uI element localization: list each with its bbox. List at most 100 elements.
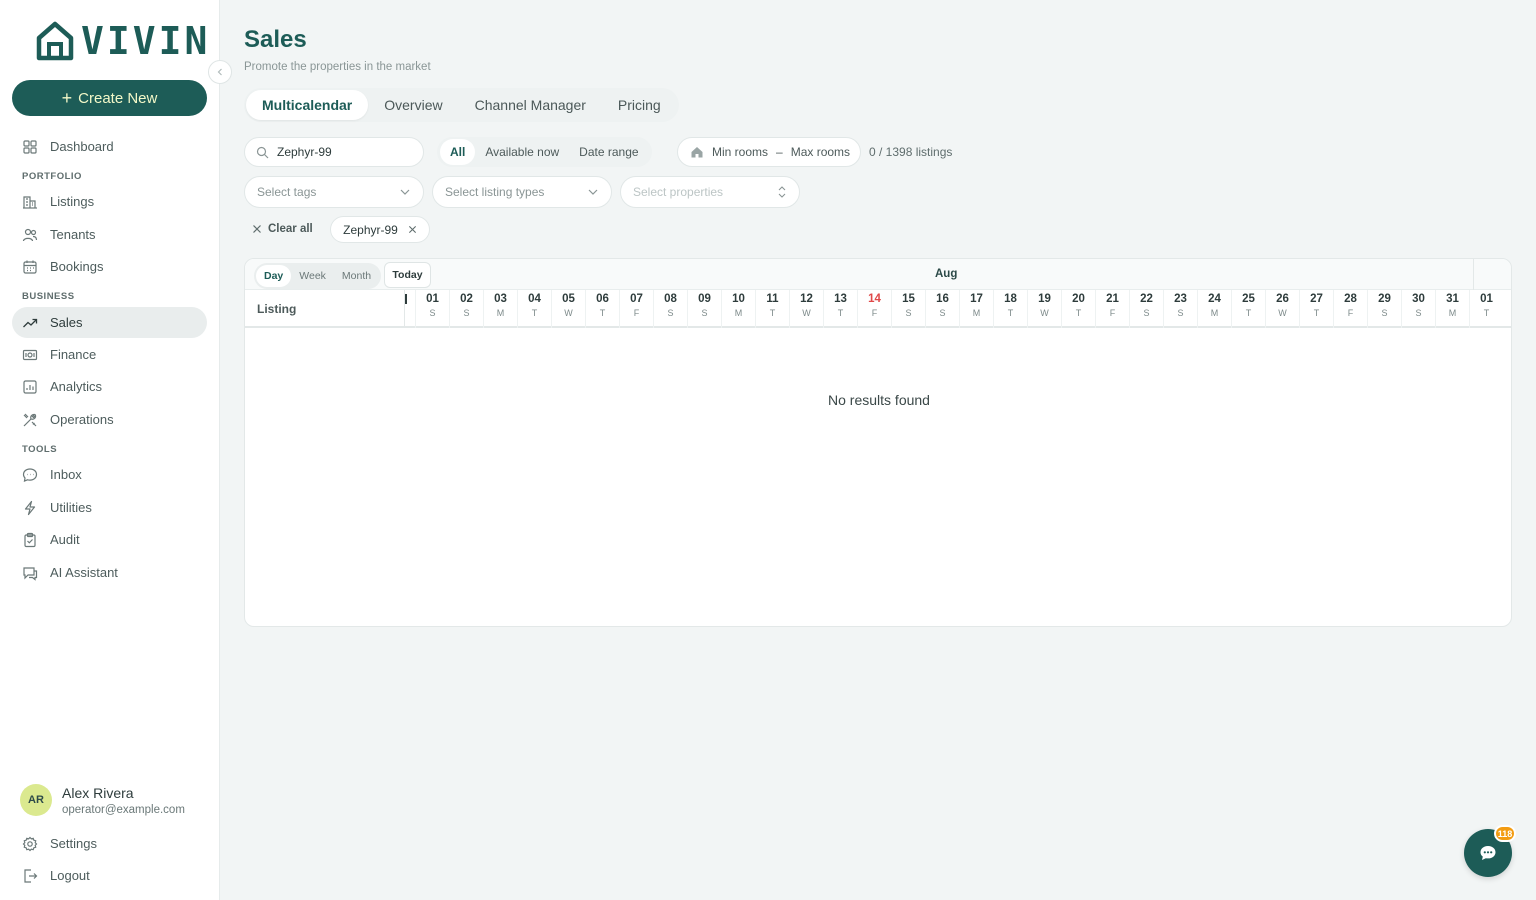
weekday-letter: T bbox=[769, 308, 776, 318]
sidebar-item-ai-assistant[interactable]: AI Assistant bbox=[12, 557, 207, 588]
select-tags-placeholder: Select tags bbox=[257, 185, 317, 199]
sidebar-item-utilities[interactable]: Utilities bbox=[12, 492, 207, 523]
availability-filter: All Available now Date range bbox=[437, 137, 652, 167]
calendar-day-column: 02 S bbox=[449, 290, 483, 328]
weekday-letter: F bbox=[1109, 308, 1116, 318]
search-field[interactable] bbox=[244, 137, 424, 167]
day-number: 20 bbox=[1072, 293, 1085, 305]
chevron-down-icon bbox=[588, 189, 598, 195]
weekday-letter: S bbox=[667, 308, 674, 318]
sidebar-item-label: Utilities bbox=[50, 500, 92, 515]
sidebar-item-operations[interactable]: Operations bbox=[12, 404, 207, 435]
filter-chip-label: Zephyr-99 bbox=[343, 222, 398, 237]
tab-pricing[interactable]: Pricing bbox=[602, 90, 677, 120]
sidebar-item-dashboard[interactable]: Dashboard bbox=[12, 131, 207, 162]
sidebar-item-label: Bookings bbox=[50, 259, 104, 274]
tab-channel-manager[interactable]: Channel Manager bbox=[459, 90, 602, 120]
filter-date-range[interactable]: Date range bbox=[569, 139, 648, 165]
day-number: 09 bbox=[698, 293, 711, 305]
day-number: 30 bbox=[1412, 293, 1425, 305]
clear-all-button[interactable]: Clear all bbox=[252, 221, 313, 237]
calendar-day-column: 19 W bbox=[1027, 290, 1061, 328]
day-number: 29 bbox=[1378, 293, 1391, 305]
select-properties-placeholder: Select properties bbox=[633, 185, 724, 199]
weekday-letter: S bbox=[701, 308, 708, 318]
filter-chip[interactable]: Zephyr-99 bbox=[330, 216, 430, 243]
view-week[interactable]: Week bbox=[291, 265, 334, 287]
weekday-letter: M bbox=[734, 308, 743, 318]
close-icon bbox=[253, 225, 261, 233]
filter-all[interactable]: All bbox=[440, 139, 476, 165]
filter-available-now[interactable]: Available now bbox=[475, 139, 569, 165]
view-day[interactable]: Day bbox=[256, 265, 292, 287]
day-number: 01 bbox=[426, 293, 439, 305]
main-tabs: Multicalendar Overview Channel Manager P… bbox=[244, 88, 679, 122]
sidebar-item-bookings[interactable]: Bookings bbox=[12, 251, 207, 282]
weekday-letter: S bbox=[463, 308, 470, 318]
day-number: 10 bbox=[732, 293, 745, 305]
calendar-day-column: 30 S bbox=[1401, 290, 1435, 328]
weekday-letter: S bbox=[1381, 308, 1388, 318]
create-new-button[interactable]: + Create New bbox=[12, 80, 207, 116]
sidebar-item-label: Listings bbox=[50, 194, 95, 209]
rooms-separator: – bbox=[776, 145, 783, 159]
sidebar-item-audit[interactable]: Audit bbox=[12, 524, 207, 555]
today-button[interactable]: Today bbox=[384, 262, 431, 288]
section-label-tools: TOOLS bbox=[22, 444, 58, 455]
sidebar-item-sales[interactable]: Sales bbox=[12, 307, 207, 338]
sidebar-item-label: Operations bbox=[50, 412, 114, 427]
day-number: 02 bbox=[460, 293, 473, 305]
sidebar-item-tenants[interactable]: Tenants bbox=[12, 219, 207, 250]
day-number: 12 bbox=[800, 293, 813, 305]
sidebar-item-finance[interactable]: Finance bbox=[12, 339, 207, 370]
day-number: 17 bbox=[970, 293, 983, 305]
day-number: 05 bbox=[562, 293, 575, 305]
weekday-letter: S bbox=[939, 308, 946, 318]
user-name: Alex Rivera bbox=[62, 784, 134, 801]
settings-link[interactable]: Settings bbox=[12, 828, 207, 859]
sidebar-item-analytics[interactable]: Analytics bbox=[12, 371, 207, 402]
weekday-letter: T bbox=[837, 308, 844, 318]
select-tags-dropdown[interactable]: Select tags bbox=[244, 176, 424, 208]
listing-column-header: Listing bbox=[245, 290, 405, 328]
calendar-day-column: 22 S bbox=[1129, 290, 1163, 328]
day-number: 08 bbox=[664, 293, 677, 305]
calendar-day-column: 28 F bbox=[1333, 290, 1367, 328]
sidebar-item-label: Audit bbox=[50, 532, 80, 547]
calendar-day-column: 08 S bbox=[653, 290, 687, 328]
calendar-day-column: 05 W bbox=[551, 290, 585, 328]
user-profile[interactable]: AR Alex Rivera operator@example.com bbox=[20, 784, 185, 816]
search-input[interactable] bbox=[277, 145, 407, 159]
select-properties-dropdown[interactable]: Select properties bbox=[620, 176, 800, 208]
calendar-day-column: 26 W bbox=[1265, 290, 1299, 328]
sidebar-collapse-button[interactable] bbox=[208, 60, 232, 84]
calendar-day-column: 13 T bbox=[823, 290, 857, 328]
chat-unread-badge: 118 bbox=[1494, 825, 1516, 842]
logout-link[interactable]: Logout bbox=[12, 860, 207, 891]
day-number: 14 bbox=[868, 293, 881, 305]
chat-bubble-icon bbox=[22, 467, 38, 482]
calendar-toolbar: Day Week Month Today Aug bbox=[245, 259, 1511, 290]
day-number: 06 bbox=[596, 293, 609, 305]
sidebar-item-listings[interactable]: Listings bbox=[12, 186, 207, 217]
trend-up-icon bbox=[23, 318, 38, 327]
calendar-day-column: 20 T bbox=[1061, 290, 1095, 328]
day-number: 19 bbox=[1038, 293, 1051, 305]
day-number: 26 bbox=[1276, 293, 1289, 305]
select-types-placeholder: Select listing types bbox=[445, 185, 545, 199]
chevron-down-icon bbox=[400, 189, 410, 195]
rooms-filter[interactable]: Min rooms – Max rooms bbox=[677, 137, 861, 167]
remove-chip-icon[interactable] bbox=[408, 225, 417, 234]
weekday-letter: T bbox=[1245, 308, 1252, 318]
select-listing-types-dropdown[interactable]: Select listing types bbox=[432, 176, 612, 208]
tab-overview[interactable]: Overview bbox=[368, 90, 458, 120]
sidebar-item-inbox[interactable]: Inbox bbox=[12, 459, 207, 490]
calendar-day-column: 06 T bbox=[585, 290, 619, 328]
brand-logo[interactable]: VIVIN bbox=[35, 20, 210, 62]
sidebar-item-label: Dashboard bbox=[50, 139, 114, 154]
view-month[interactable]: Month bbox=[334, 265, 379, 287]
weekday-letter: T bbox=[1313, 308, 1320, 318]
building-icon bbox=[23, 195, 37, 209]
chevron-updown-icon bbox=[778, 186, 786, 198]
tab-multicalendar[interactable]: Multicalendar bbox=[246, 90, 369, 120]
